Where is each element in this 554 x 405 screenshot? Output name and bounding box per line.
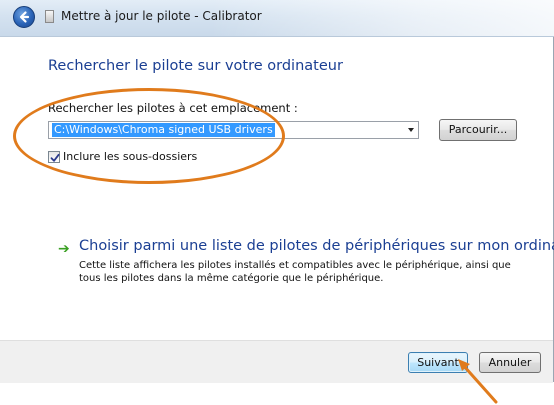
back-button[interactable] bbox=[13, 6, 35, 28]
green-arrow-icon: ➔ bbox=[58, 241, 70, 257]
back-arrow-icon bbox=[19, 11, 30, 23]
pick-from-list-description: Cette liste affichera les pilotes instal… bbox=[79, 260, 511, 284]
footer-bar bbox=[0, 340, 553, 383]
page: Mettre à jour le pilote - Calibrator Rec… bbox=[0, 0, 554, 405]
checkmark-icon bbox=[50, 153, 60, 162]
page-title: Rechercher le pilote sur votre ordinateu… bbox=[48, 58, 343, 74]
wizard-window: Mettre à jour le pilote - Calibrator Rec… bbox=[0, 0, 554, 383]
chevron-down-icon[interactable] bbox=[408, 128, 414, 132]
next-button[interactable]: Suivant bbox=[408, 352, 468, 373]
browse-button[interactable]: Parcourir... bbox=[439, 119, 517, 141]
title-bar: Mettre à jour le pilote - Calibrator bbox=[0, 0, 554, 37]
include-subfolders-label[interactable]: Inclure les sous-dossiers bbox=[63, 150, 197, 163]
pick-from-list-link[interactable]: Choisir parmi une liste de pilotes de pé… bbox=[79, 238, 554, 254]
location-value: C:\Windows\Chroma signed USB drivers bbox=[52, 123, 275, 137]
include-subfolders-checkbox[interactable] bbox=[48, 151, 60, 163]
cancel-button[interactable]: Annuler bbox=[479, 352, 541, 373]
location-combobox[interactable]: C:\Windows\Chroma signed USB drivers bbox=[48, 121, 419, 139]
location-label: Rechercher les pilotes à cet emplacement… bbox=[48, 101, 298, 115]
driver-document-icon bbox=[45, 10, 54, 23]
window-title: Mettre à jour le pilote - Calibrator bbox=[61, 9, 262, 23]
